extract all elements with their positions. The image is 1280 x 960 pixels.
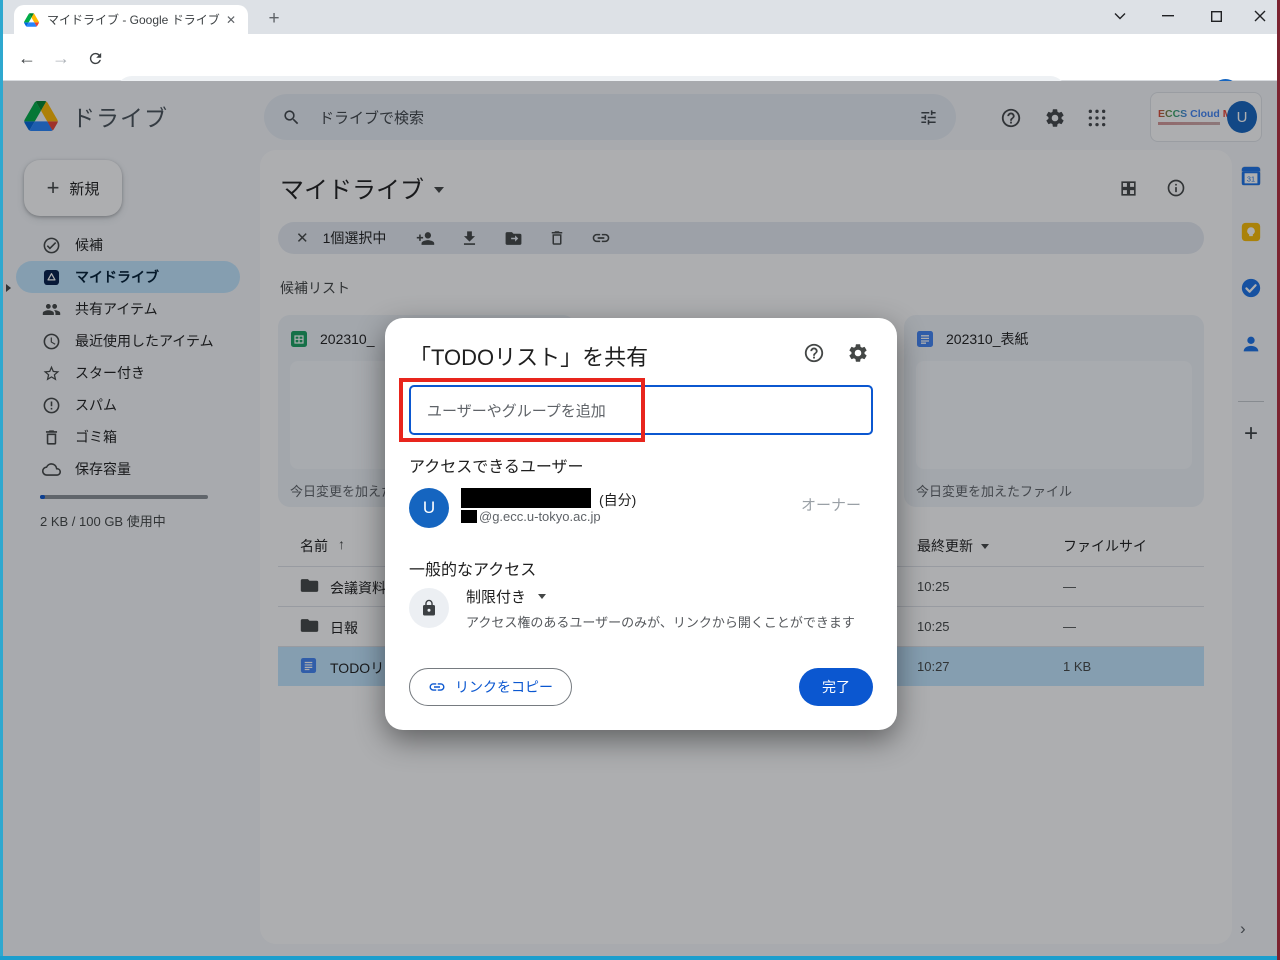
owner-role-label: オーナー [800, 497, 861, 514]
window-minimize-button[interactable] [1148, 0, 1188, 32]
browser-tab[interactable]: マイドライブ - Google ドライブ ✕ [14, 5, 248, 34]
reload-button[interactable] [82, 45, 108, 71]
redacted-email-local [461, 510, 477, 523]
share-settings-gear-icon[interactable] [845, 340, 871, 366]
copy-link-button[interactable]: リンクをコピー [409, 668, 572, 706]
lock-icon [409, 588, 449, 628]
owner-avatar: U [409, 488, 449, 528]
general-access-heading: 一般的なアクセス [409, 562, 537, 579]
screen-border-left [0, 0, 3, 960]
people-with-access-heading: アクセスできるユーザー [409, 459, 584, 476]
done-button[interactable]: 完了 [799, 668, 873, 706]
new-tab-button[interactable]: + [260, 5, 288, 33]
tab-title: マイドライブ - Google ドライブ [47, 13, 220, 27]
link-icon [429, 683, 445, 691]
screen-border-bottom [0, 956, 1280, 960]
annotation-highlight-box [399, 378, 645, 442]
owner-email-domain: @g.ecc.u-tokyo.ac.jp [479, 509, 601, 524]
window-chevron-icon[interactable] [1100, 0, 1140, 32]
copy-link-label: リンクをコピー [455, 679, 553, 695]
owner-self-label: (自分) [599, 492, 637, 508]
forward-button: → [52, 47, 70, 68]
access-level-description: アクセス権のあるユーザーのみが、リンクから開くことができます [466, 615, 855, 630]
redacted-owner-name [461, 488, 591, 508]
tab-close-icon[interactable]: ✕ [222, 11, 240, 29]
share-dialog-title: 「TODOリスト」を共有 [409, 345, 649, 370]
dropdown-caret-icon [538, 594, 547, 599]
browser-titlebar: マイドライブ - Google ドライブ ✕ + [0, 0, 1280, 34]
share-help-icon[interactable] [801, 340, 827, 366]
window-close-button[interactable] [1240, 0, 1280, 32]
access-level-dropdown[interactable]: 制限付き [466, 586, 547, 607]
back-button[interactable]: ← [14, 45, 40, 71]
browser-toolbar: ← → drive.google.com/drive/my-drive U [0, 34, 1280, 108]
owner-row: U (自分) @g.ecc.u-tokyo.ac.jp オーナー [409, 486, 873, 534]
drive-favicon [24, 12, 39, 27]
window-maximize-button[interactable] [1196, 0, 1236, 32]
screen: マイドライブ - Google ドライブ ✕ + ← → drive.googl… [0, 0, 1280, 960]
